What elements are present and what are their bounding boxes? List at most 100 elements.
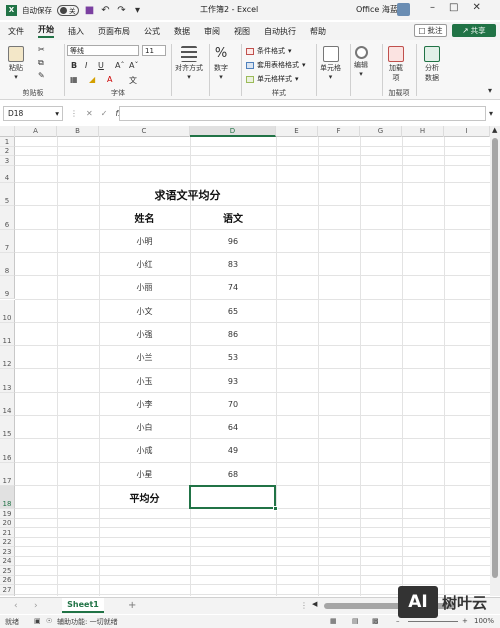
format-as-table-button[interactable]: 套用表格格式 ▾ <box>246 60 306 70</box>
next-sheet-icon[interactable]: › <box>34 601 38 611</box>
name-cell[interactable]: 小文 <box>99 300 190 323</box>
column-header-d[interactable]: D <box>190 126 276 137</box>
row-header-19[interactable]: 19 <box>0 509 15 519</box>
redo-icon[interactable]: ↷ <box>116 5 127 16</box>
name-box[interactable]: D18 ▾ <box>3 106 63 121</box>
minimize-icon[interactable]: – <box>430 2 435 13</box>
average-label-cell[interactable]: 平均分 <box>99 486 190 509</box>
row-header-26[interactable]: 26 <box>0 575 15 586</box>
undo-icon[interactable]: ↶ <box>100 5 111 16</box>
font-size-select[interactable]: 11 <box>142 45 166 56</box>
column-header-i[interactable]: I <box>444 126 490 137</box>
name-cell[interactable]: 小红 <box>99 253 190 276</box>
row-header-24[interactable]: 24 <box>0 556 15 567</box>
bold-icon[interactable]: B <box>71 61 77 70</box>
tab-home[interactable]: 开始 <box>38 24 54 38</box>
column-header-e[interactable]: E <box>276 126 318 137</box>
sheet-tab-sheet1[interactable]: Sheet1 <box>62 598 104 613</box>
score-cell[interactable]: 70 <box>190 393 276 416</box>
score-cell[interactable]: 96 <box>190 230 276 253</box>
row-header-4[interactable]: 4 <box>0 165 15 183</box>
row-header-20[interactable]: 20 <box>0 518 15 529</box>
row-header-3[interactable]: 3 <box>0 156 15 166</box>
tab-formulas[interactable]: 公式 <box>144 26 160 37</box>
score-cell[interactable]: 93 <box>190 369 276 392</box>
name-cell[interactable]: 小李 <box>99 393 190 416</box>
user-name[interactable]: Office 海蓝 <box>356 4 398 15</box>
tab-review[interactable]: 审阅 <box>204 26 220 37</box>
tab-page-layout[interactable]: 页面布局 <box>98 26 130 37</box>
phonetic-icon[interactable]: 文 <box>129 75 137 86</box>
more-options-icon[interactable]: ⋮ <box>300 601 308 610</box>
row-header-18[interactable]: 18 <box>0 485 15 510</box>
name-cell[interactable]: 小兰 <box>99 346 190 369</box>
row-header-23[interactable]: 23 <box>0 547 15 557</box>
avatar[interactable] <box>397 3 410 16</box>
column-header-h[interactable]: H <box>402 126 444 137</box>
format-painter-icon[interactable]: ✎ <box>38 71 45 80</box>
more-options-icon[interactable]: ⋮ <box>70 109 78 118</box>
add-sheet-icon[interactable]: + <box>128 600 136 611</box>
name-cell[interactable]: 小成 <box>99 439 190 462</box>
fill-handle[interactable] <box>273 506 278 512</box>
name-cell[interactable]: 小星 <box>99 463 190 486</box>
accessibility-icon[interactable]: ☉ <box>46 617 52 625</box>
analyze-data-button[interactable]: 分析数据 <box>422 46 442 83</box>
row-header-17[interactable]: 17 <box>0 462 15 486</box>
row-header-11[interactable]: 11 <box>0 322 15 347</box>
row-header-1[interactable]: 1 <box>0 137 15 147</box>
font-name-select[interactable]: 等线 <box>67 45 139 56</box>
name-cell[interactable]: 小强 <box>99 323 190 346</box>
row-header-10[interactable]: 10 <box>0 299 15 323</box>
row-header-22[interactable]: 22 <box>0 537 15 548</box>
name-cell[interactable]: 小丽 <box>99 276 190 299</box>
row-header-13[interactable]: 13 <box>0 369 15 393</box>
tab-help[interactable]: 帮助 <box>310 26 326 37</box>
paste-button[interactable]: 粘贴 ▾ <box>8 46 24 81</box>
scroll-up-icon[interactable]: ▲ <box>492 126 497 134</box>
row-header-6[interactable]: 6 <box>0 206 15 230</box>
macro-record-icon[interactable]: ▣ <box>34 617 41 625</box>
row-header-12[interactable]: 12 <box>0 346 15 370</box>
accessibility-status[interactable]: 辅助功能: 一切就绪 <box>57 617 118 627</box>
active-cell-selection[interactable] <box>189 484 276 510</box>
vertical-scrollbar[interactable]: ▲ <box>490 126 500 596</box>
tab-insert[interactable]: 插入 <box>68 26 84 37</box>
maximize-icon[interactable]: □ <box>449 2 458 13</box>
save-icon[interactable]: ■ <box>84 5 95 16</box>
column-header-c[interactable]: C <box>99 126 190 137</box>
score-cell[interactable]: 49 <box>190 439 276 462</box>
score-cell[interactable]: 86 <box>190 323 276 346</box>
cells-button[interactable]: 单元格 ▾ <box>320 46 341 81</box>
column-header-a[interactable]: A <box>15 126 57 137</box>
row-header-14[interactable]: 14 <box>0 392 15 416</box>
tab-view[interactable]: 视图 <box>234 26 250 37</box>
tab-file[interactable]: 文件 <box>8 26 24 37</box>
row-header-15[interactable]: 15 <box>0 416 15 440</box>
score-cell[interactable]: 83 <box>190 253 276 276</box>
page-break-view-icon[interactable]: ▩ <box>372 617 379 625</box>
score-cell[interactable]: 68 <box>190 463 276 486</box>
row-header-16[interactable]: 16 <box>0 439 15 463</box>
addins-button[interactable]: 加载项 <box>388 46 404 83</box>
sheet-title-cell[interactable]: 求语文平均分 <box>99 183 276 206</box>
fill-color-icon[interactable]: ◢ <box>89 75 95 84</box>
customize-qat-icon[interactable]: ▾ <box>132 5 143 16</box>
collapse-ribbon-icon[interactable]: ▾ <box>488 86 492 95</box>
autosave-toggle[interactable]: 关 <box>57 4 79 16</box>
header-name-cell[interactable]: 姓名 <box>99 206 190 229</box>
select-all-corner[interactable] <box>0 126 15 137</box>
name-cell[interactable]: 小明 <box>99 230 190 253</box>
row-header-25[interactable]: 25 <box>0 566 15 576</box>
row-header-21[interactable]: 21 <box>0 528 15 538</box>
column-header-b[interactable]: B <box>57 126 99 137</box>
row-header-27[interactable]: 27 <box>0 585 15 595</box>
comments-button[interactable]: □ 批注 <box>414 24 447 37</box>
cell-styles-button[interactable]: 单元格样式 ▾ <box>246 74 299 84</box>
cut-icon[interactable]: ✂ <box>38 45 45 54</box>
tab-data[interactable]: 数据 <box>174 26 190 37</box>
scroll-left-icon[interactable]: ◀ <box>312 600 317 608</box>
close-icon[interactable]: ✕ <box>472 2 480 13</box>
column-header-g[interactable]: G <box>360 126 402 137</box>
score-cell[interactable]: 53 <box>190 346 276 369</box>
